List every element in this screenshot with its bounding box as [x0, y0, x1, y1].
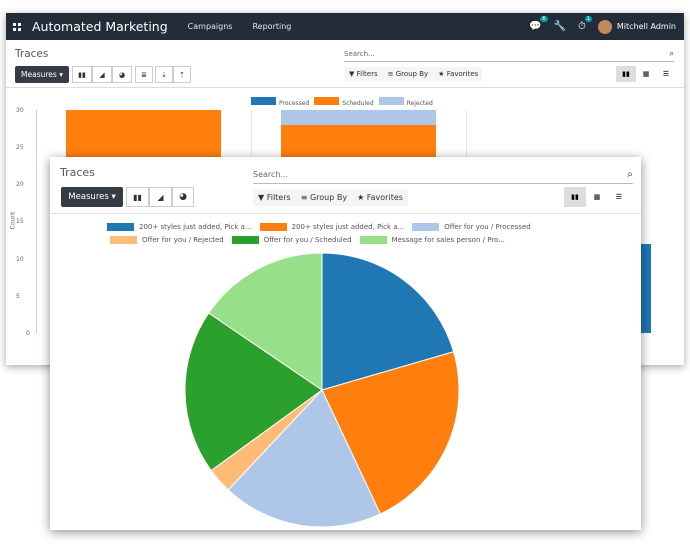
- pie-legend: 200+ styles just added, Pick a... 200+ s…: [105, 223, 575, 249]
- pie-chart-icon[interactable]: ◕: [172, 187, 194, 207]
- filters-label: Filters: [356, 70, 378, 78]
- chat-icon[interactable]: 💬 6: [529, 16, 548, 32]
- legend-item[interactable]: Offer for you / Rejected: [110, 236, 224, 244]
- list-view-icon[interactable]: ☰: [656, 66, 676, 82]
- legend-scheduled[interactable]: Scheduled: [314, 97, 374, 107]
- groupby-button[interactable]: ≡ Group By: [388, 70, 429, 78]
- search-icon[interactable]: ⌕: [670, 49, 674, 59]
- groupby-label: Group By: [395, 70, 429, 78]
- y-tick: 5: [16, 293, 20, 300]
- legend-item[interactable]: Offer for you / Processed: [412, 223, 531, 231]
- favorites-button[interactable]: ★ Favorites: [438, 70, 478, 78]
- activity-icon[interactable]: ⏱ 1: [578, 16, 592, 32]
- measures-label: Measures: [21, 70, 57, 79]
- y-tick: 30: [16, 107, 24, 114]
- measures-button[interactable]: Measures ▾: [15, 66, 69, 83]
- graph-view-icon[interactable]: ▮▮: [564, 187, 586, 207]
- legend-scheduled-label: Scheduled: [342, 100, 374, 107]
- y-tick: 0: [26, 330, 30, 337]
- pivot-view-icon[interactable]: ▦: [586, 187, 608, 207]
- y-tick: 20: [16, 181, 24, 188]
- breadcrumb: Traces: [15, 48, 49, 60]
- legend-item[interactable]: Message for sales person / Pro...: [359, 236, 505, 244]
- line-chart-icon[interactable]: ◢: [149, 187, 172, 207]
- pie-chart-icon[interactable]: ◕: [112, 66, 132, 83]
- sort-asc-icon[interactable]: ⇡: [173, 66, 191, 83]
- groupby-button[interactable]: ≡ Group By: [301, 193, 347, 202]
- legend-processed-label: Processed: [279, 100, 310, 107]
- favorites-button[interactable]: ★ Favorites: [357, 193, 403, 202]
- legend-rejected-label: Rejected: [406, 100, 433, 107]
- y-axis-line: [36, 110, 37, 333]
- legend-item[interactable]: 200+ styles just added, Pick a...: [259, 223, 405, 231]
- y-tick: 25: [16, 144, 24, 151]
- view-switcher: ▮▮ ▦ ☰: [564, 187, 630, 207]
- search-placeholder: Search...: [344, 49, 375, 58]
- breadcrumb: Traces: [60, 166, 95, 179]
- stack-icon[interactable]: ≣: [135, 66, 153, 83]
- y-tick: 10: [16, 256, 24, 263]
- avatar[interactable]: [597, 19, 612, 34]
- line-chart-icon[interactable]: ◢: [92, 66, 112, 83]
- favorites-label: Favorites: [366, 193, 403, 202]
- favorites-label: Favorites: [446, 70, 479, 78]
- search-options: ▼ Filters ≡ Group By ★ Favorites: [253, 189, 408, 206]
- legend-label: Offer for you / Scheduled: [263, 236, 352, 244]
- pie-chart: [184, 252, 460, 528]
- measures-button[interactable]: Measures ▾: [61, 187, 123, 207]
- top-navbar: Automated Marketing Campaigns Reporting …: [6, 13, 684, 40]
- graph-view-icon[interactable]: ▮▮: [616, 66, 636, 82]
- search-icon[interactable]: ⌕: [627, 169, 633, 180]
- search-bar[interactable]: Search... ⌕: [253, 165, 633, 184]
- list-view-icon[interactable]: ☰: [608, 187, 630, 207]
- control-panel: Traces Measures ▾ ▮▮ ◢ ◕ ≣ ⇣ ⇡ Search...…: [6, 40, 684, 88]
- filters-button[interactable]: ▼ Filters: [258, 193, 291, 202]
- apps-menu-icon[interactable]: [12, 22, 24, 32]
- user-name[interactable]: Mitchell Admin: [617, 22, 676, 31]
- legend-label: Offer for you / Processed: [444, 223, 531, 231]
- search-options: ▼ Filters ≡ Group By ★ Favorites: [345, 67, 483, 81]
- legend-label: Message for sales person / Pro...: [391, 236, 505, 244]
- legend-label: Offer for you / Rejected: [142, 236, 224, 244]
- legend-item[interactable]: Offer for you / Scheduled: [231, 236, 352, 244]
- wrench-icon[interactable]: 🔧: [554, 21, 566, 32]
- legend-label: 200+ styles just added, Pick a...: [291, 223, 405, 231]
- pivot-view-icon[interactable]: ▦: [636, 66, 656, 82]
- measures-label: Measures: [68, 192, 109, 202]
- bar-rejected-1[interactable]: [281, 110, 436, 125]
- bar-chart-icon[interactable]: ▮▮: [126, 187, 149, 207]
- control-panel-divider: [50, 213, 641, 214]
- groupby-label: Group By: [309, 193, 348, 202]
- bar-chart-icon[interactable]: ▮▮: [72, 66, 92, 83]
- screenshot-stage: Automated Marketing Campaigns Reporting …: [0, 0, 690, 544]
- menu-campaigns[interactable]: Campaigns: [188, 22, 233, 31]
- chat-badge: 6: [540, 16, 548, 22]
- view-switcher: ▮▮ ▦ ☰: [616, 66, 676, 82]
- menu-reporting[interactable]: Reporting: [252, 22, 291, 31]
- front-window: Traces Measures ▾ ▮▮ ◢ ◕ Search... ⌕ ▼ F…: [50, 157, 641, 530]
- filters-label: Filters: [266, 193, 291, 202]
- app-name[interactable]: Automated Marketing: [32, 19, 168, 34]
- sort-desc-icon[interactable]: ⇣: [155, 66, 173, 83]
- filters-button[interactable]: ▼ Filters: [349, 70, 378, 78]
- legend-rejected[interactable]: Rejected: [378, 97, 433, 107]
- legend-item[interactable]: 200+ styles just added, Pick a...: [107, 223, 252, 231]
- y-tick: 15: [16, 218, 24, 225]
- activity-badge: 1: [584, 16, 592, 22]
- legend-processed[interactable]: Processed: [251, 97, 309, 107]
- search-placeholder: Search...: [253, 169, 289, 179]
- search-bar[interactable]: Search... ⌕: [344, 46, 674, 62]
- back-legend: Processed Scheduled Rejected: [251, 97, 433, 107]
- legend-label: 200+ styles just added, Pick a...: [139, 223, 252, 231]
